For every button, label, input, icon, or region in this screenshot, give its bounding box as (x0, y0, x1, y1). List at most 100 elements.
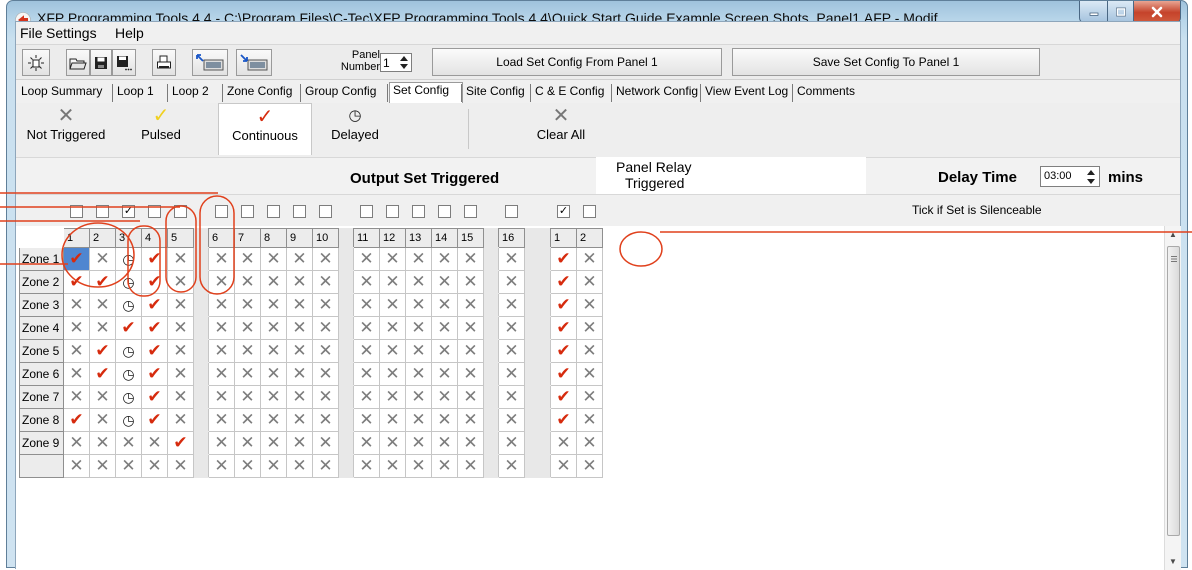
grid-cell[interactable]: ✕ (63, 339, 90, 363)
panel-number-spinner[interactable]: 1 (380, 53, 412, 72)
grid-cell[interactable]: ✕ (431, 385, 458, 409)
scroll-down-icon[interactable]: ▼ (1169, 557, 1177, 566)
grid-cell[interactable]: ✕ (405, 247, 432, 271)
grid-cell[interactable]: ✕ (234, 293, 261, 317)
grid-cell[interactable]: ✕ (89, 316, 116, 340)
grid-cell[interactable]: ✔ (63, 247, 90, 271)
grid-cell[interactable]: ✕ (208, 247, 235, 271)
grid-cell[interactable]: ✔ (141, 270, 168, 294)
grid-cell[interactable]: ✕ (260, 293, 287, 317)
grid-cell[interactable]: ✕ (208, 385, 235, 409)
grid-cell[interactable]: ✕ (89, 454, 116, 478)
grid-cell[interactable]: ✕ (260, 247, 287, 271)
tab-c-e-config[interactable]: C & E Config (532, 84, 613, 103)
grid-cell[interactable]: ✕ (353, 339, 380, 363)
grid-cell[interactable]: ✕ (312, 454, 339, 478)
column-header-set-15[interactable]: 15 (457, 228, 484, 248)
grid-cell[interactable]: ✕ (208, 408, 235, 432)
mode-continuous[interactable]: ✓ Continuous (218, 103, 312, 155)
grid-cell[interactable]: ✕ (208, 362, 235, 386)
silenceable-checkbox-set-13[interactable] (412, 205, 425, 218)
grid-cell[interactable]: ✕ (353, 270, 380, 294)
row-header-zone[interactable]: Zone 3 (19, 293, 64, 317)
grid-cell[interactable]: ✕ (379, 454, 406, 478)
vertical-scrollbar[interactable]: ▲ ▼ (1164, 226, 1181, 570)
grid-cell[interactable]: ✕ (286, 270, 313, 294)
grid-cell[interactable]: ✕ (208, 431, 235, 455)
grid-cell[interactable]: ✕ (260, 408, 287, 432)
grid-cell[interactable]: ✕ (312, 247, 339, 271)
grid-cell[interactable]: ✔ (141, 316, 168, 340)
grid-cell[interactable]: ✕ (167, 247, 194, 271)
grid-cell[interactable]: ✔ (550, 339, 577, 363)
spinner-arrows-icon[interactable] (398, 55, 410, 70)
grid-cell[interactable]: ✕ (353, 385, 380, 409)
grid-cell[interactable]: ◷ (115, 408, 142, 432)
grid-cell[interactable]: ✕ (167, 316, 194, 340)
grid-cell[interactable]: ✕ (576, 362, 603, 386)
grid-cell[interactable]: ✕ (63, 431, 90, 455)
grid-cell[interactable]: ✕ (260, 454, 287, 478)
grid-cell[interactable]: ✕ (457, 454, 484, 478)
grid-cell[interactable]: ✕ (63, 316, 90, 340)
grid-cell[interactable]: ✕ (208, 293, 235, 317)
grid-cell[interactable]: ✔ (550, 247, 577, 271)
grid-cell[interactable]: ✕ (234, 454, 261, 478)
grid-cell[interactable]: ✕ (431, 431, 458, 455)
silenceable-checkbox-set-1[interactable] (70, 205, 83, 218)
grid-cell[interactable]: ✕ (312, 293, 339, 317)
grid-cell[interactable]: ✕ (405, 293, 432, 317)
grid-cell[interactable]: ◷ (115, 385, 142, 409)
grid-cell[interactable]: ✕ (167, 454, 194, 478)
grid-cell[interactable]: ✔ (89, 362, 116, 386)
menu-file[interactable]: File (20, 25, 43, 41)
grid-cell[interactable]: ◷ (115, 247, 142, 271)
grid-cell[interactable]: ✕ (576, 431, 603, 455)
silenceable-checkbox-set-15[interactable] (464, 205, 477, 218)
grid-cell[interactable]: ✕ (260, 339, 287, 363)
grid-cell[interactable]: ✕ (457, 385, 484, 409)
tab-zone-config[interactable]: Zone Config (224, 84, 302, 103)
column-header-relay-1[interactable]: 1 (550, 228, 577, 248)
mode-not-triggered[interactable]: ✕ Not Triggered (18, 103, 114, 155)
grid-cell[interactable]: ✕ (353, 316, 380, 340)
grid-cell[interactable]: ✔ (550, 316, 577, 340)
grid-cell[interactable]: ✕ (431, 247, 458, 271)
silenceable-checkbox-set-3[interactable]: ✓ (122, 205, 135, 218)
grid-cell[interactable]: ✕ (576, 247, 603, 271)
grid-cell[interactable]: ✔ (550, 270, 577, 294)
grid-cell[interactable]: ✕ (431, 408, 458, 432)
grid-cell[interactable]: ✕ (405, 339, 432, 363)
grid-cell[interactable]: ✕ (498, 270, 525, 294)
row-header-zone[interactable] (19, 454, 64, 478)
silenceable-checkbox-set-2[interactable] (96, 205, 109, 218)
tab-loop-summary[interactable]: Loop Summary (18, 84, 114, 103)
grid-cell[interactable]: ✔ (89, 270, 116, 294)
grid-cell[interactable]: ✕ (550, 454, 577, 478)
tab-comments[interactable]: Comments (794, 84, 864, 103)
grid-cell[interactable]: ✕ (498, 339, 525, 363)
grid-cell[interactable]: ✕ (457, 431, 484, 455)
column-header-set-8[interactable]: 8 (260, 228, 287, 248)
column-header-set-3[interactable]: 3 (115, 228, 142, 248)
tab-site-config[interactable]: Site Config (463, 84, 532, 103)
grid-cell[interactable]: ✕ (550, 431, 577, 455)
grid-cell[interactable]: ✕ (498, 362, 525, 386)
grid-cell[interactable]: ✕ (457, 270, 484, 294)
grid-cell[interactable]: ✕ (260, 316, 287, 340)
grid-cell[interactable]: ✕ (141, 431, 168, 455)
grid-cell[interactable]: ✕ (353, 293, 380, 317)
grid-cell[interactable]: ✕ (457, 247, 484, 271)
grid-cell[interactable]: ✕ (498, 431, 525, 455)
clear-all-button[interactable]: ✕ Clear All (521, 103, 601, 155)
silenceable-checkbox-set-9[interactable] (293, 205, 306, 218)
grid-cell[interactable]: ✕ (208, 454, 235, 478)
save-as-button[interactable] (112, 49, 136, 76)
grid-cell[interactable]: ✕ (167, 339, 194, 363)
grid-cell[interactable]: ✕ (312, 362, 339, 386)
open-file-button[interactable] (66, 49, 90, 76)
grid-cell[interactable]: ✕ (457, 339, 484, 363)
grid-cell[interactable]: ✕ (208, 339, 235, 363)
mode-pulsed[interactable]: ✓ Pulsed (126, 103, 196, 155)
grid-cell[interactable]: ✕ (379, 431, 406, 455)
